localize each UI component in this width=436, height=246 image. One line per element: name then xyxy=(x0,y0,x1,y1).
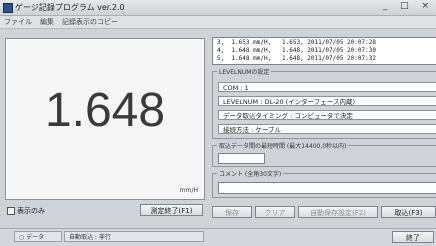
interval-group: 取込データ間の最短時間 (最大14400,0秒以内) xyxy=(212,141,436,167)
interval-legend: 取込データ間の最短時間 (最大14400,0秒以内) xyxy=(217,141,349,150)
clear-button[interactable]: クリア xyxy=(255,206,295,218)
levelnum-setting: LEVELNUM : DL-20 (インターフェース内蔵) xyxy=(218,96,436,106)
menu-copy-record[interactable]: 記録表示のコピー xyxy=(62,17,118,27)
show-only-label: 表示のみ xyxy=(17,207,45,215)
save-button[interactable]: 保存 xyxy=(212,206,252,218)
value-unit: mm/H xyxy=(179,187,198,194)
current-value: 1.648 xyxy=(44,84,166,137)
window-controls[interactable]: _ □ × xyxy=(383,1,434,11)
connection-setting: 接続方法 : ケーブル xyxy=(218,124,436,134)
levelnum-settings-legend: LEVELNUMの設定 xyxy=(217,67,272,76)
levelnum-settings-group: LEVELNUMの設定 COM : 1 LEVELNUM : DL-20 (イン… xyxy=(212,67,436,139)
menu-file[interactable]: ファイル xyxy=(4,17,32,27)
mode-status: ○ データ xyxy=(14,231,62,242)
log-line: 5, 1.648 mm/H, 1.648, 2011/07/05 20:07:3… xyxy=(217,55,376,62)
menu-edit[interactable]: 編集 xyxy=(40,17,54,27)
timing-setting: データ取込タイミング : コンピュータで決定 xyxy=(218,110,436,120)
auto-save-settings-button[interactable]: 自動保存設定(F2) xyxy=(298,206,378,218)
menu-bar: ファイル 編集 記録表示のコピー xyxy=(0,16,436,29)
comment-group: コメント (全角30文字) xyxy=(212,169,436,198)
auto-capture-status: 自動取込 : 非行 xyxy=(64,231,204,242)
com-setting: COM : 1 xyxy=(218,82,436,92)
end-measure-button[interactable]: 測定終了(F1) xyxy=(140,204,203,216)
checkbox-box[interactable] xyxy=(7,207,15,215)
mode-status-text: データ xyxy=(26,234,45,241)
log-line: 4, 1.648 mm/H, 1.648, 2011/07/05 20:07:3… xyxy=(217,47,376,54)
status-bar: ○ データ 自動取込 : 非行 終了 xyxy=(0,228,436,246)
exit-button[interactable]: 終了 xyxy=(392,231,434,243)
value-display-panel: 1.648 mm/H xyxy=(5,38,205,200)
interval-input[interactable] xyxy=(218,153,265,164)
log-line: 3, 1.653 mm/H, 1.653, 2011/07/05 20:07:2… xyxy=(217,39,376,46)
measurement-log[interactable]: 3, 1.653 mm/H, 1.653, 2011/07/05 20:07:2… xyxy=(212,37,436,65)
show-only-checkbox[interactable]: 表示のみ xyxy=(7,206,45,216)
title-bar: ゲージ記録プログラム ver.2.0 _ □ × xyxy=(0,0,436,16)
comment-input[interactable] xyxy=(218,182,436,194)
app-icon xyxy=(3,3,13,13)
window-title: ゲージ記録プログラム ver.2.0 xyxy=(15,3,125,12)
capture-button[interactable]: 取込(F3) xyxy=(381,206,436,218)
comment-legend: コメント (全角30文字) xyxy=(217,169,284,178)
